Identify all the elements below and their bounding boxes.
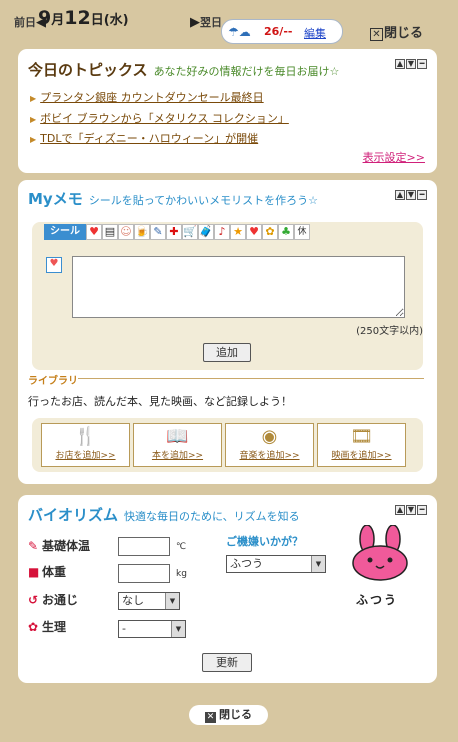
bowel-row: ↺ お通じ (28, 593, 79, 607)
move-up-icon[interactable]: ▲ (395, 59, 405, 69)
biorhythm-controls: ▲ ▼ ━ (395, 505, 427, 515)
weather-edit-link[interactable]: 編集 (304, 25, 326, 41)
face-sticker-icon[interactable]: ☺ (118, 224, 134, 240)
top-bar: 前日◀ 9月12日(水) ▶翌日 ☂☁ 26/-- 編集 ✕ 閉じる (0, 0, 458, 44)
mood-caption: ふつう (356, 593, 399, 607)
topic-item[interactable]: ▶ TDLで「ディズニー・ハロウィーン」が開催 (30, 130, 258, 146)
topic-item[interactable]: ▶ ボビイ ブラウンから「メタリクス コレクション」 (30, 110, 289, 126)
move-up-icon[interactable]: ▲ (395, 505, 405, 515)
holiday-sticker-icon[interactable]: 休 (294, 224, 310, 240)
close-icon: ✕ (370, 28, 383, 41)
weather-widget: ☂☁ 26/-- 編集 (221, 19, 343, 44)
basal-temp-input[interactable] (118, 537, 170, 556)
topics-controls: ▲ ▼ ━ (395, 59, 427, 69)
memo-title: Myメモ シールを貼ってかわいいメモリストを作ろう☆ (28, 190, 319, 208)
move-up-icon[interactable]: ▲ (395, 190, 405, 200)
basal-temp-row: ✎ 基礎体温 (28, 539, 91, 553)
add-movie-button[interactable]: 🎞 映画を追加>> (317, 423, 406, 467)
next-day-link[interactable]: ▶翌日 (190, 14, 222, 30)
close-icon: ✕ (205, 712, 216, 723)
heart-sticker-icon[interactable]: ♥ (86, 224, 102, 240)
sticker-tab[interactable]: シール (44, 224, 86, 240)
notepad-sticker-icon[interactable]: ▤ (102, 224, 118, 240)
book-icon: 📖 (166, 426, 189, 447)
thermometer-icon: ✎ (28, 539, 39, 553)
add-music-button[interactable]: ◉ 音楽を追加>> (225, 423, 314, 467)
chevron-down-icon: ▼ (171, 621, 185, 637)
memo-controls: ▲ ▼ ━ (395, 190, 427, 200)
move-down-icon[interactable]: ▼ (406, 505, 416, 515)
library-label: ライブラリ (28, 376, 78, 387)
minimize-icon[interactable]: ━ (417, 505, 427, 515)
weight-row: ■ 体重 (28, 565, 67, 579)
mood-question: ご機嫌いかが？ (226, 535, 303, 548)
minimize-icon[interactable]: ━ (417, 59, 427, 69)
film-icon: 🎞 (350, 426, 373, 447)
clover-sticker-icon[interactable]: ♣ (278, 224, 294, 240)
cd-icon: ◉ (261, 426, 278, 447)
beer-sticker-icon[interactable]: 🍺 (134, 224, 150, 240)
weight-input[interactable] (118, 564, 170, 583)
music-sticker-icon[interactable]: ♪ (214, 224, 230, 240)
umbrella-cloud-icon: ☂☁ (228, 25, 251, 39)
flower-sticker-icon[interactable]: ✿ (262, 224, 278, 240)
scale-icon: ■ (28, 565, 40, 579)
bunny-mood-icon (352, 525, 408, 581)
biorhythm-card: バイオリズム 快適な毎日のために、リズムを知る ▲ ▼ ━ ✎ 基礎体温 ℃ ■ 体重 k… (18, 495, 437, 683)
period-select[interactable]: - ▼ (118, 620, 186, 638)
fork-spoon-icon: 🍴 (74, 426, 97, 447)
sticker-bar: シール ♥ ▤ ☺ 🍺 ✎ ✚ 🛒 🧳 ♪ ★ ♥ ✿ ♣ 休 (44, 224, 310, 240)
add-memo-button[interactable]: 追加 (203, 343, 251, 362)
flower-icon: ✿ (28, 620, 39, 634)
add-shop-button[interactable]: 🍴 お店を追加>> (41, 423, 130, 467)
star-sticker-icon[interactable]: ★ (230, 224, 246, 240)
close-button-top[interactable]: ✕ 閉じる (370, 22, 423, 41)
chevron-down-icon: ▼ (311, 556, 325, 572)
temperature: 26/-- (264, 25, 293, 38)
move-down-icon[interactable]: ▼ (406, 59, 416, 69)
close-button-bottom[interactable]: ✕ 閉じる (189, 705, 268, 725)
mood-select[interactable]: ふつう ▼ (226, 555, 326, 573)
chevron-down-icon: ▼ (165, 593, 179, 609)
cart-sticker-icon[interactable]: 🛒 (182, 224, 198, 240)
current-date: 9月12日(水) (38, 7, 129, 29)
selected-sticker-icon[interactable]: ♥ (46, 257, 62, 273)
bowel-select[interactable]: なし ▼ (118, 592, 180, 610)
move-down-icon[interactable]: ▼ (406, 190, 416, 200)
biorhythm-title: バイオリズム 快適な毎日のために、リズムを知る (28, 506, 300, 524)
char-limit-note: (250文字以内) (356, 326, 423, 337)
pen-sticker-icon[interactable]: ✎ (150, 224, 166, 240)
period-row: ✿ 生理 (28, 620, 67, 634)
swirl-icon: ↺ (28, 593, 39, 607)
library-divider (78, 378, 424, 379)
topics-title: 今日のトピックス あなた好みの情報だけを毎日お届け☆ (28, 61, 340, 79)
bag-sticker-icon[interactable]: 🧳 (198, 224, 214, 240)
memo-textarea[interactable] (72, 256, 405, 318)
library-buttons-panel: 🍴 お店を追加>> 📖 本を追加>> ◉ 音楽を追加>> 🎞 映画を追加>> (32, 418, 423, 472)
topic-item[interactable]: ▶ プランタン銀座 カウントダウンセール最終日 (30, 89, 264, 105)
add-book-button[interactable]: 📖 本を追加>> (133, 423, 222, 467)
kg-unit: kg (176, 569, 187, 579)
topics-card: 今日のトピックス あなた好みの情報だけを毎日お届け☆ ▲ ▼ ━ ▶ プランタン銀座 カ… (18, 49, 437, 173)
library-description: 行ったお店、読んだ本、見た映画、など記録しよう！ (28, 395, 292, 408)
minimize-icon[interactable]: ━ (417, 190, 427, 200)
memo-card: Myメモ シールを貼ってかわいいメモリストを作ろう☆ ▲ ▼ ━ シール ♥ ▤ ☺ … (18, 180, 437, 484)
hearts-sticker-icon[interactable]: ♥ (246, 224, 262, 240)
celsius-unit: ℃ (176, 542, 187, 552)
display-settings-link[interactable]: 表示設定>> (363, 149, 425, 165)
cross-sticker-icon[interactable]: ✚ (166, 224, 182, 240)
update-button[interactable]: 更新 (202, 653, 252, 672)
